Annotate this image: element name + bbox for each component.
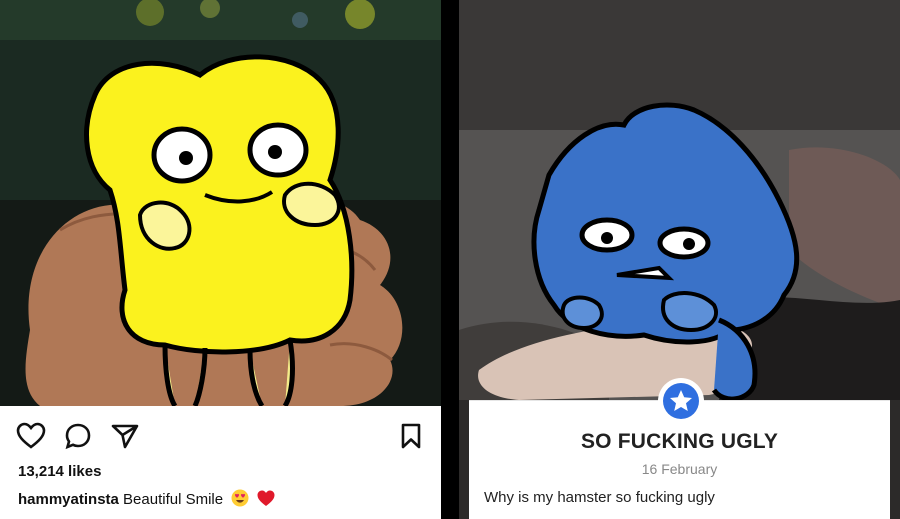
heart-eyes-emoji-icon	[231, 489, 249, 507]
bookmark-icon[interactable]	[400, 423, 422, 449]
heart-icon[interactable]	[16, 422, 46, 450]
panel-divider	[441, 0, 459, 519]
username-link[interactable]: hammyatinsta	[18, 491, 119, 508]
star-badge-icon	[658, 378, 704, 424]
post-date: 16 February	[641, 461, 718, 477]
post-title: SO FUCKING UGLY	[580, 430, 779, 453]
post-caption: hammyatinsta Beautiful Smile	[18, 489, 275, 508]
post-body: Why is my hamster so fucking ugly	[484, 489, 715, 506]
likes-count[interactable]: 13,214 likes	[18, 463, 101, 480]
share-icon[interactable]	[111, 423, 139, 449]
instagram-post: 13,214 likes hammyatinsta Beautiful Smil…	[0, 0, 441, 519]
question-post: SO FUCKING UGLY 16 February Why is my ha…	[459, 0, 900, 519]
comment-icon[interactable]	[64, 422, 92, 450]
caption-text: Beautiful Smile	[123, 491, 224, 508]
post-photo	[0, 0, 441, 406]
red-heart-emoji-icon	[257, 490, 275, 506]
